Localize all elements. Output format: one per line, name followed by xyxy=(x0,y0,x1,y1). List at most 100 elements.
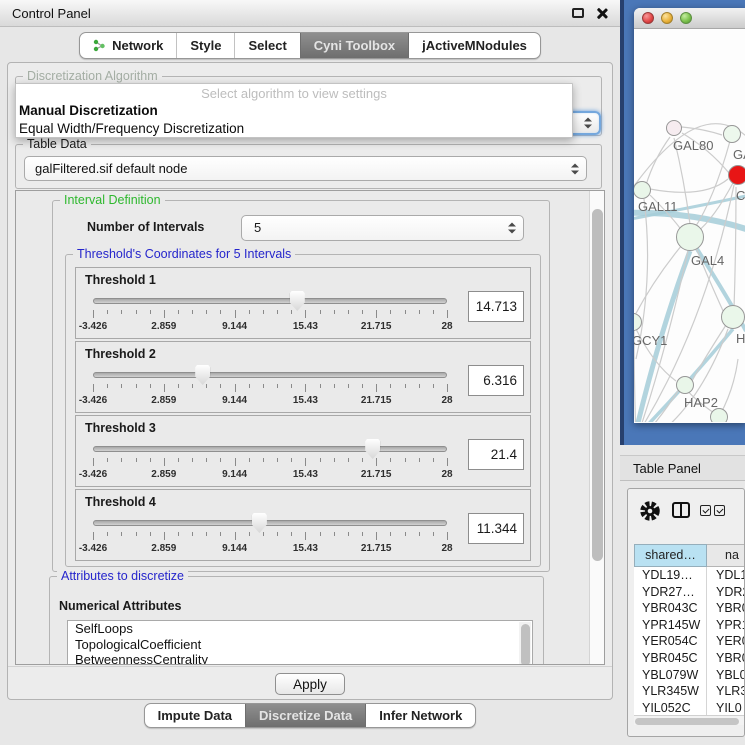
cell-shared-name[interactable]: YBR043C xyxy=(634,600,707,617)
dropdown-option-equal-width-frequency[interactable]: Equal Width/Frequency Discretization xyxy=(16,120,572,138)
close-icon[interactable] xyxy=(596,7,608,19)
cell-name[interactable]: YBR0 xyxy=(707,650,745,667)
split-columns-icon[interactable] xyxy=(672,502,690,518)
table-data-combobox[interactable]: galFiltered.sif default node xyxy=(24,156,587,181)
slider-tick xyxy=(192,458,193,462)
slider-track[interactable] xyxy=(93,372,447,378)
cell-name[interactable]: YLR3 xyxy=(707,683,745,700)
slider-tick xyxy=(348,532,349,536)
threshold-slider[interactable]: -3.4262.8599.14415.4321.71528 xyxy=(93,512,447,558)
tab-network[interactable]: Network xyxy=(80,33,176,58)
slider-tick xyxy=(291,458,292,462)
cell-name[interactable]: YDL1 xyxy=(707,567,745,584)
slider-tick xyxy=(405,532,406,536)
cell-shared-name[interactable]: YIL052C xyxy=(634,700,707,717)
cell-shared-name[interactable]: YPR145W xyxy=(634,617,707,634)
slider-track[interactable] xyxy=(93,520,447,526)
table-row[interactable]: YDL19…YDL1 xyxy=(634,567,745,584)
slider-track[interactable] xyxy=(93,298,447,304)
table-horizontal-scrollbar[interactable] xyxy=(634,715,744,725)
table-row[interactable]: YPR145WYPR1 xyxy=(634,617,745,634)
slider-thumb-icon[interactable] xyxy=(365,439,380,459)
cell-name[interactable]: YPR1 xyxy=(707,617,745,634)
cell-name[interactable]: YIL0 xyxy=(707,700,745,717)
cell-shared-name[interactable]: YDR27… xyxy=(634,584,707,601)
cell-name[interactable]: YBL0 xyxy=(707,667,745,684)
cell-name[interactable]: YDR2 xyxy=(707,584,745,601)
table-row[interactable]: YLR345WYLR3 xyxy=(634,683,745,700)
cell-shared-name[interactable]: YBL079W xyxy=(634,667,707,684)
zoom-traffic-light-icon[interactable] xyxy=(680,12,692,24)
slider-thumb-icon[interactable] xyxy=(252,513,267,533)
combo-stepper-icon xyxy=(571,163,579,174)
number-of-intervals-spinner[interactable]: 5 xyxy=(241,215,524,241)
network-node-hap2[interactable] xyxy=(676,376,694,394)
apply-row: Apply xyxy=(8,666,612,699)
network-node-ga[interactable] xyxy=(723,125,741,143)
attribute-list-item[interactable]: BetweennessCentrality xyxy=(68,652,532,665)
checkbox-icon[interactable] xyxy=(700,505,711,516)
slider-tick xyxy=(419,532,420,536)
network-icon xyxy=(93,39,106,52)
tab-jactivemnodules[interactable]: jActiveMNodules xyxy=(408,33,540,58)
column-header-name[interactable]: na xyxy=(707,544,745,567)
slider-track[interactable] xyxy=(93,446,447,452)
threshold-value-field[interactable]: 11.344 xyxy=(468,513,524,544)
tab-select[interactable]: Select xyxy=(234,33,299,58)
network-canvas[interactable]: GAL80GACGAL11GAL4GCY1HHAP2 xyxy=(634,29,745,422)
tab-style[interactable]: Style xyxy=(176,33,234,58)
column-header-shared-name[interactable]: shared… xyxy=(634,544,707,567)
settings-vertical-scrollbar[interactable] xyxy=(589,191,604,664)
tab-discretize-data-label: Discretize Data xyxy=(259,708,352,723)
tab-impute-data[interactable]: Impute Data xyxy=(145,704,245,727)
attribute-list-item[interactable]: SelfLoops xyxy=(68,621,532,637)
slider-tick-label: 9.144 xyxy=(222,543,247,554)
dropdown-option-manual-discretization[interactable]: Manual Discretization xyxy=(16,102,572,120)
apply-button[interactable]: Apply xyxy=(275,673,345,695)
network-node-gal4[interactable] xyxy=(676,223,704,251)
table-rows: YDL19…YDL1YDR27…YDR2YBR043CYBR0YPR145WYP… xyxy=(634,567,745,716)
table-row[interactable]: YER054CYER0 xyxy=(634,633,745,650)
slider-tick xyxy=(235,384,236,392)
threshold-value-field[interactable]: 21.4 xyxy=(468,439,524,470)
tab-infer-network[interactable]: Infer Network xyxy=(365,704,475,727)
slider-thumb-icon[interactable] xyxy=(195,365,210,385)
table-row[interactable]: YBL079WYBL0 xyxy=(634,667,745,684)
cell-shared-name[interactable]: YER054C xyxy=(634,633,707,650)
slider-tick xyxy=(220,458,221,462)
cell-name[interactable]: YBR0 xyxy=(707,600,745,617)
threshold-value-field[interactable]: 6.316 xyxy=(468,365,524,396)
spinner-stepper-icon xyxy=(508,223,516,234)
network-node[interactable] xyxy=(710,408,728,422)
tab-discretize-data[interactable]: Discretize Data xyxy=(245,704,365,727)
tab-cyni-toolbox[interactable]: Cyni Toolbox xyxy=(300,33,408,58)
network-node-c[interactable] xyxy=(728,165,745,185)
attributes-list-scrollbar[interactable] xyxy=(519,622,531,665)
slider-tick xyxy=(291,384,292,388)
cell-shared-name[interactable]: YDL19… xyxy=(634,567,707,584)
float-window-icon[interactable] xyxy=(572,8,584,18)
cell-name[interactable]: YER0 xyxy=(707,633,745,650)
slider-tick xyxy=(320,458,321,462)
gear-icon[interactable] xyxy=(639,500,661,522)
slider-tick xyxy=(277,532,278,536)
threshold-slider[interactable]: -3.4262.8599.14415.4321.71528 xyxy=(93,438,447,484)
network-node-h[interactable] xyxy=(721,305,745,329)
table-row[interactable]: YDR27…YDR2 xyxy=(634,584,745,601)
threshold-value-field[interactable]: 14.713 xyxy=(468,291,524,322)
table-row[interactable]: YBR045CYBR0 xyxy=(634,650,745,667)
network-node-gal80[interactable] xyxy=(666,120,682,136)
cell-shared-name[interactable]: YLR345W xyxy=(634,683,707,700)
close-traffic-light-icon[interactable] xyxy=(642,12,654,24)
algorithm-dropdown-popup: Select algorithm to view settings Manual… xyxy=(15,83,573,138)
slider-tick xyxy=(291,310,292,314)
threshold-slider[interactable]: -3.4262.8599.14415.4321.71528 xyxy=(93,290,447,336)
attribute-list-item[interactable]: TopologicalCoefficient xyxy=(68,637,532,653)
threshold-slider[interactable]: -3.4262.8599.14415.4321.71528 xyxy=(93,364,447,410)
table-row[interactable]: YBR043CYBR0 xyxy=(634,600,745,617)
slider-thumb-icon[interactable] xyxy=(290,291,305,311)
checkbox-icon[interactable] xyxy=(714,505,725,516)
table-row[interactable]: YIL052CYIL0 xyxy=(634,700,745,717)
cell-shared-name[interactable]: YBR045C xyxy=(634,650,707,667)
minimize-traffic-light-icon[interactable] xyxy=(661,12,673,24)
